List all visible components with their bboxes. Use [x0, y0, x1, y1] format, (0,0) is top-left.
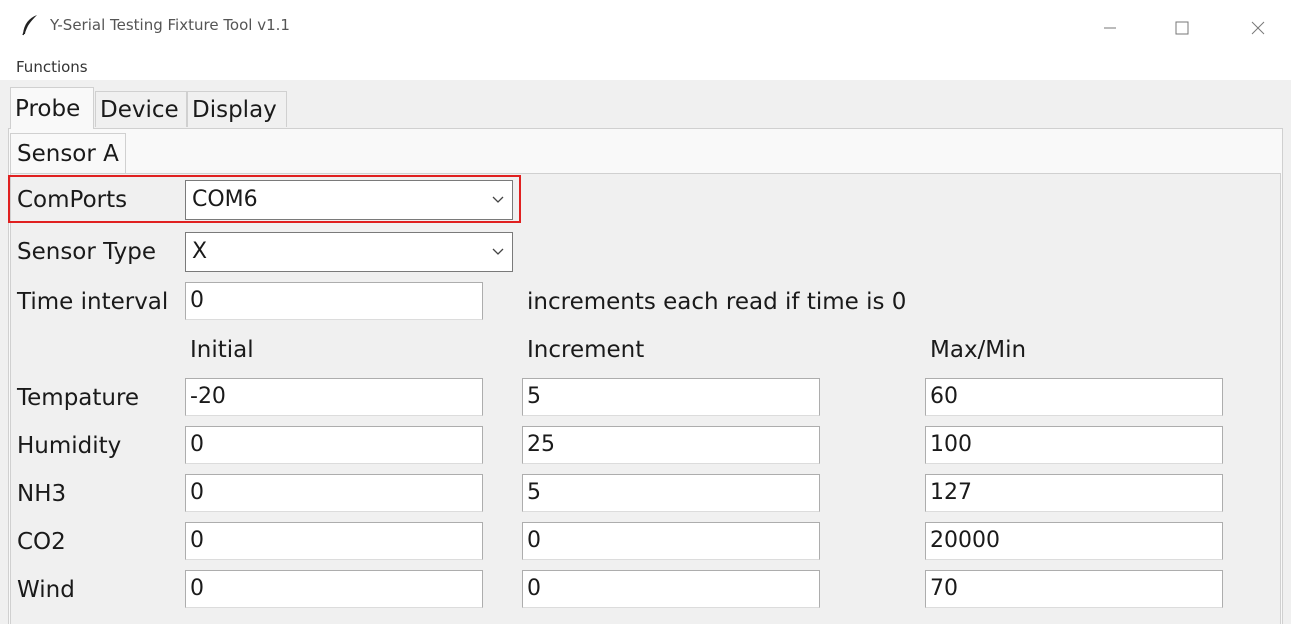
wind-initial-input[interactable]: 0: [185, 570, 483, 608]
comports-label: ComPorts: [17, 187, 128, 213]
column-header-maxmin: Max/Min: [930, 337, 1027, 363]
nh3-increment-input[interactable]: 5: [522, 474, 820, 512]
sensor-type-dropdown[interactable]: X: [185, 232, 513, 272]
tab-sensor-a[interactable]: Sensor A: [10, 133, 126, 173]
time-interval-label: Time interval: [17, 289, 169, 315]
column-header-increment: Increment: [527, 337, 645, 363]
tempature-increment-input[interactable]: 5: [522, 378, 820, 416]
tab-display[interactable]: Display: [187, 91, 287, 127]
row-label-co2: CO2: [17, 529, 66, 555]
chevron-down-icon: [492, 196, 504, 203]
tab-probe[interactable]: Probe: [10, 87, 94, 129]
nh3-maxmin-input[interactable]: 127: [925, 474, 1223, 512]
tab-device[interactable]: Device: [95, 91, 187, 127]
menu-bar: [0, 56, 1291, 80]
maximize-icon[interactable]: [1158, 10, 1206, 46]
humidity-maxmin-input[interactable]: 100: [925, 426, 1223, 464]
sensor-type-value: X: [192, 239, 208, 264]
co2-maxmin-input[interactable]: 20000: [925, 522, 1223, 560]
column-header-initial: Initial: [190, 337, 254, 363]
time-interval-note: increments each read if time is 0: [527, 289, 907, 315]
chevron-down-icon: [492, 248, 504, 255]
window-title: Y-Serial Testing Fixture Tool v1.1: [50, 16, 290, 34]
comports-dropdown[interactable]: COM6: [185, 180, 513, 220]
nh3-initial-input[interactable]: 0: [185, 474, 483, 512]
menu-functions[interactable]: Functions: [16, 58, 88, 76]
feather-icon: [21, 14, 39, 36]
minimize-icon[interactable]: [1086, 10, 1134, 46]
sensor-type-label: Sensor Type: [17, 239, 156, 265]
tempature-maxmin-input[interactable]: 60: [925, 378, 1223, 416]
tempature-initial-input[interactable]: -20: [185, 378, 483, 416]
row-label-wind: Wind: [17, 577, 75, 603]
humidity-initial-input[interactable]: 0: [185, 426, 483, 464]
wind-maxmin-input[interactable]: 70: [925, 570, 1223, 608]
wind-increment-input[interactable]: 0: [522, 570, 820, 608]
close-icon[interactable]: [1234, 10, 1282, 46]
row-label-tempature: Tempature: [17, 385, 140, 411]
time-interval-input[interactable]: 0: [185, 282, 483, 320]
row-label-humidity: Humidity: [17, 433, 122, 459]
row-label-nh3: NH3: [17, 481, 67, 507]
comports-value: COM6: [192, 187, 258, 212]
co2-increment-input[interactable]: 0: [522, 522, 820, 560]
humidity-increment-input[interactable]: 25: [522, 426, 820, 464]
co2-initial-input[interactable]: 0: [185, 522, 483, 560]
